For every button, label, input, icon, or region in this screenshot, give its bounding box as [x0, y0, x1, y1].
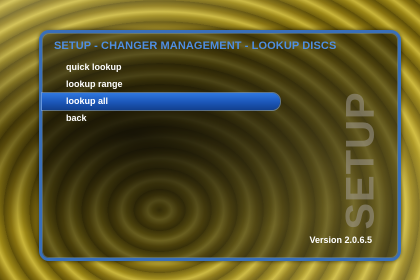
setup-vertical-label: SETUP: [338, 85, 384, 235]
setup-vertical-text: SETUP: [338, 90, 383, 230]
menu-item-quick-lookup[interactable]: quick lookup: [42, 59, 398, 76]
menu-item-lookup-all[interactable]: lookup all: [42, 93, 280, 110]
setup-panel: SETUP - CHANGER MANAGEMENT - LOOKUP DISC…: [39, 30, 401, 261]
version-label: Version 2.0.6.5: [309, 235, 372, 245]
page-title: SETUP - CHANGER MANAGEMENT - LOOKUP DISC…: [54, 40, 337, 52]
